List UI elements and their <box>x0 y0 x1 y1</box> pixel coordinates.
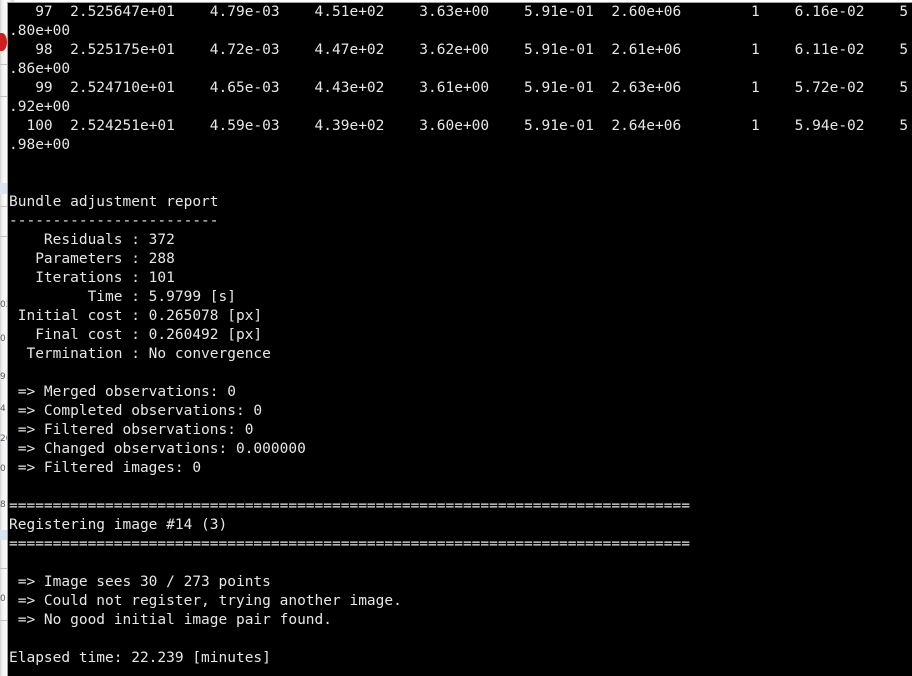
terminal-line: Termination : No convergence <box>9 346 271 362</box>
terminal-line: 100 2.524251e+01 4.59e-03 4.39e+02 3.60e… <box>9 118 909 134</box>
terminal-line: 97 2.525647e+01 4.79e-03 4.51e+02 3.63e+… <box>9 4 909 20</box>
terminal-line: => Filtered images: 0 <box>9 460 202 476</box>
terminal-line: => Filtered observations: 0 <box>9 422 254 438</box>
terminal-line: ------------------------ <box>9 213 219 229</box>
terminal-line: Iterations : 101 <box>9 270 175 286</box>
terminal-line: Residuals : 372 <box>9 232 175 248</box>
terminal-line: 98 2.525175e+01 4.72e-03 4.47e+02 3.62e+… <box>9 42 909 58</box>
terminal-line: => Completed observations: 0 <box>9 403 263 419</box>
terminal-line: Registering image #14 (3) <box>9 517 228 533</box>
terminal-line: ========================================… <box>9 536 690 552</box>
terminal-line: => Image sees 30 / 273 points <box>9 574 271 590</box>
terminal-line: .80e+00 <box>9 23 71 39</box>
terminal-line: => Merged observations: 0 <box>9 384 236 400</box>
terminal-line: Elapsed time: 22.239 [minutes] <box>9 650 271 666</box>
terminal-line: .98e+00 <box>9 137 71 153</box>
terminal-line: Parameters : 288 <box>9 251 175 267</box>
terminal-line: .86e+00 <box>9 61 71 77</box>
terminal-line: => Changed observations: 0.000000 <box>9 441 306 457</box>
terminal-line: Time : 5.9799 [s] <box>9 289 236 305</box>
terminal-line: Initial cost : 0.265078 [px] <box>9 308 263 324</box>
terminal-line: => Could not register, trying another im… <box>9 593 402 609</box>
terminal-output[interactable]: 97 2.525647e+01 4.79e-03 4.51e+02 3.63e+… <box>8 3 912 668</box>
terminal-line: 99 2.524710e+01 4.65e-03 4.43e+02 3.61e+… <box>9 80 909 96</box>
terminal-line: Bundle adjustment report <box>9 194 219 210</box>
terminal-line: => No good initial image pair found. <box>9 612 333 628</box>
terminal-window[interactable]: 97 2.525647e+01 4.79e-03 4.51e+02 3.63e+… <box>7 2 912 676</box>
terminal-line: Final cost : 0.260492 [px] <box>9 327 263 343</box>
terminal-line: ========================================… <box>9 498 690 514</box>
terminal-line: .92e+00 <box>9 99 71 115</box>
